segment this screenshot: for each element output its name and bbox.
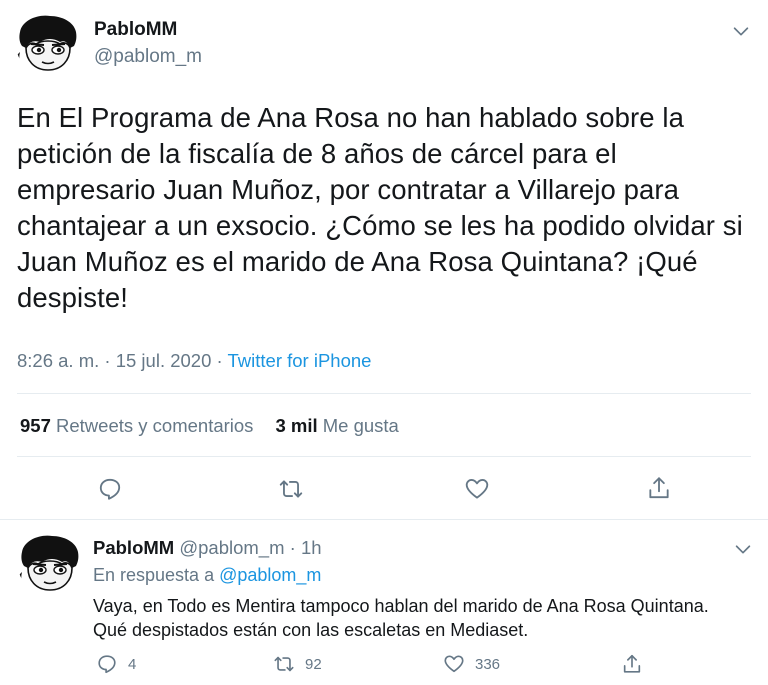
reply-icon (98, 655, 116, 674)
author-handle[interactable]: @pablom_m (179, 537, 284, 558)
reply-icon[interactable] (97, 476, 123, 502)
divider (17, 456, 751, 457)
reply-to-label: En respuesta a (93, 565, 215, 585)
tweet-date[interactable]: 15 jul. 2020 (116, 350, 212, 371)
reply-context: En respuesta a @pablom_m (93, 565, 321, 586)
reply-button[interactable]: 4 (96, 652, 136, 676)
retweet-button[interactable]: 92 (273, 652, 322, 676)
tweet-meta: 8:26 a. m. · 15 jul. 2020 · Twitter for … (17, 350, 371, 372)
retweets-stat[interactable]: 957 Retweets y comentarios (20, 415, 253, 436)
author-name[interactable]: PabloMM (94, 19, 177, 41)
tweet-separator (0, 519, 768, 520)
meta-separator: · (99, 350, 116, 371)
retweets-label: Retweets y comentarios (56, 415, 254, 436)
reply-header: PabloMM @pablom_m · 1h (93, 537, 322, 559)
retweets-count: 957 (20, 415, 51, 436)
share-icon[interactable] (646, 475, 672, 501)
divider (17, 393, 751, 394)
likes-stat[interactable]: 3 mil Me gusta (275, 415, 398, 436)
retweet-icon (274, 656, 294, 672)
avatar[interactable] (18, 532, 82, 596)
avatar[interactable] (16, 12, 80, 76)
share-button[interactable] (621, 652, 643, 676)
reply-to-handle[interactable]: @pablom_m (219, 565, 321, 585)
like-icon (444, 655, 464, 673)
retweet-icon[interactable] (278, 476, 304, 502)
tweet-source[interactable]: Twitter for iPhone (228, 350, 372, 371)
author-handle[interactable]: @pablom_m (94, 46, 202, 68)
meta-separator: · (211, 350, 228, 371)
likes-count: 3 mil (275, 415, 318, 436)
share-icon (623, 654, 641, 673)
tweet-text: En El Programa de Ana Rosa no han hablad… (17, 102, 743, 313)
like-count: 336 (475, 655, 501, 673)
reply-count: 4 (128, 655, 137, 673)
retweet-count: 92 (305, 655, 322, 673)
header-dot: · (289, 537, 296, 558)
like-button[interactable]: 336 (443, 652, 500, 676)
likes-label: Me gusta (322, 415, 399, 436)
tweet-text: Vaya, en Todo es Mentira tampoco hablan … (93, 596, 709, 640)
author-name[interactable]: PabloMM (93, 537, 174, 558)
like-icon[interactable] (464, 476, 490, 502)
chevron-down-icon[interactable] (732, 538, 754, 560)
tweet-time[interactable]: 8:26 a. m. (17, 350, 99, 371)
tweet-stats: 957 Retweets y comentarios 3 mil Me gusta (20, 415, 399, 437)
chevron-down-icon[interactable] (730, 20, 752, 42)
tweet-time[interactable]: 1h (301, 537, 322, 558)
